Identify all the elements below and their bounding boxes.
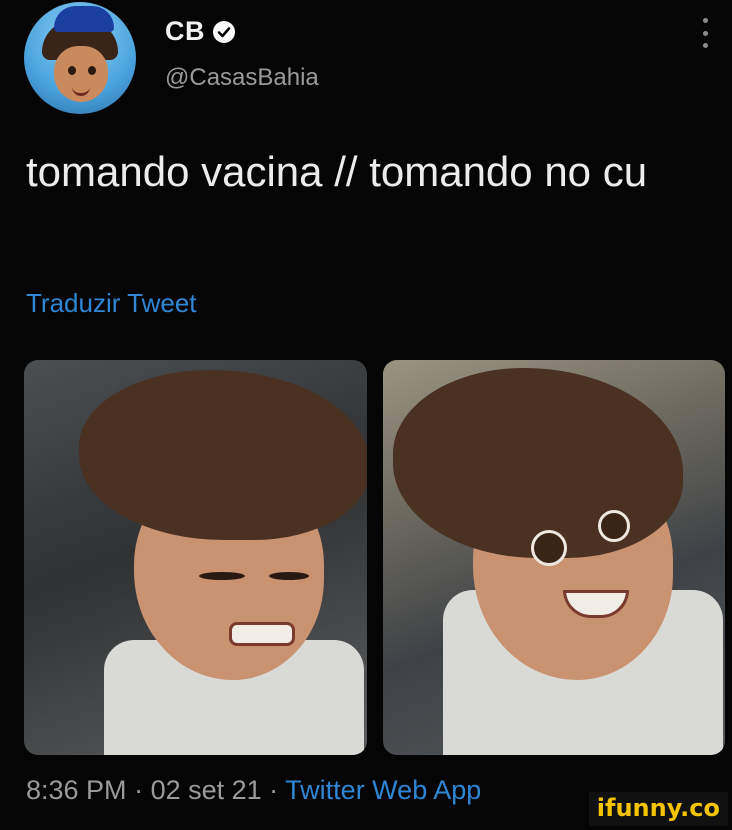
- tweet-text: tomando vacina // tomando no cu: [26, 148, 648, 195]
- tweet-source-link[interactable]: Twitter Web App: [285, 775, 481, 805]
- ifunny-watermark: ifunny.co: [588, 792, 728, 826]
- open-eye-shape: [530, 530, 567, 566]
- footer-separator: ·: [126, 775, 151, 805]
- avatar-cap: [54, 6, 114, 32]
- hair-shape: [392, 368, 683, 558]
- tweet-media-grid: [24, 360, 725, 755]
- avatar-eye: [88, 66, 96, 75]
- closed-eye-shape: [199, 572, 245, 580]
- avatar-eye: [68, 66, 76, 75]
- tweet-footer: 8:36 PM · 02 set 21 · Twitter Web App: [26, 775, 481, 809]
- verified-badge-icon: [213, 20, 235, 43]
- author-handle[interactable]: @CasasBahia: [165, 64, 319, 92]
- closed-eye-shape: [269, 572, 309, 580]
- cartoon-boy-grinning-image[interactable]: [382, 360, 725, 755]
- profile-avatar[interactable]: [24, 2, 136, 114]
- more-options-icon[interactable]: [700, 18, 710, 48]
- open-eye-shape: [597, 510, 630, 542]
- author-name[interactable]: CB: [165, 16, 205, 47]
- tweet-time[interactable]: 8:36 PM: [26, 775, 127, 805]
- hair-shape: [79, 370, 367, 540]
- cartoon-boy-wincing-image[interactable]: [24, 360, 367, 755]
- translate-tweet-link[interactable]: Traduzir Tweet: [26, 288, 197, 319]
- tweet-date[interactable]: 02 set 21: [151, 775, 262, 805]
- footer-separator: ·: [261, 775, 286, 805]
- author-name-row[interactable]: CB: [165, 16, 235, 47]
- gritted-mouth-shape: [229, 622, 295, 646]
